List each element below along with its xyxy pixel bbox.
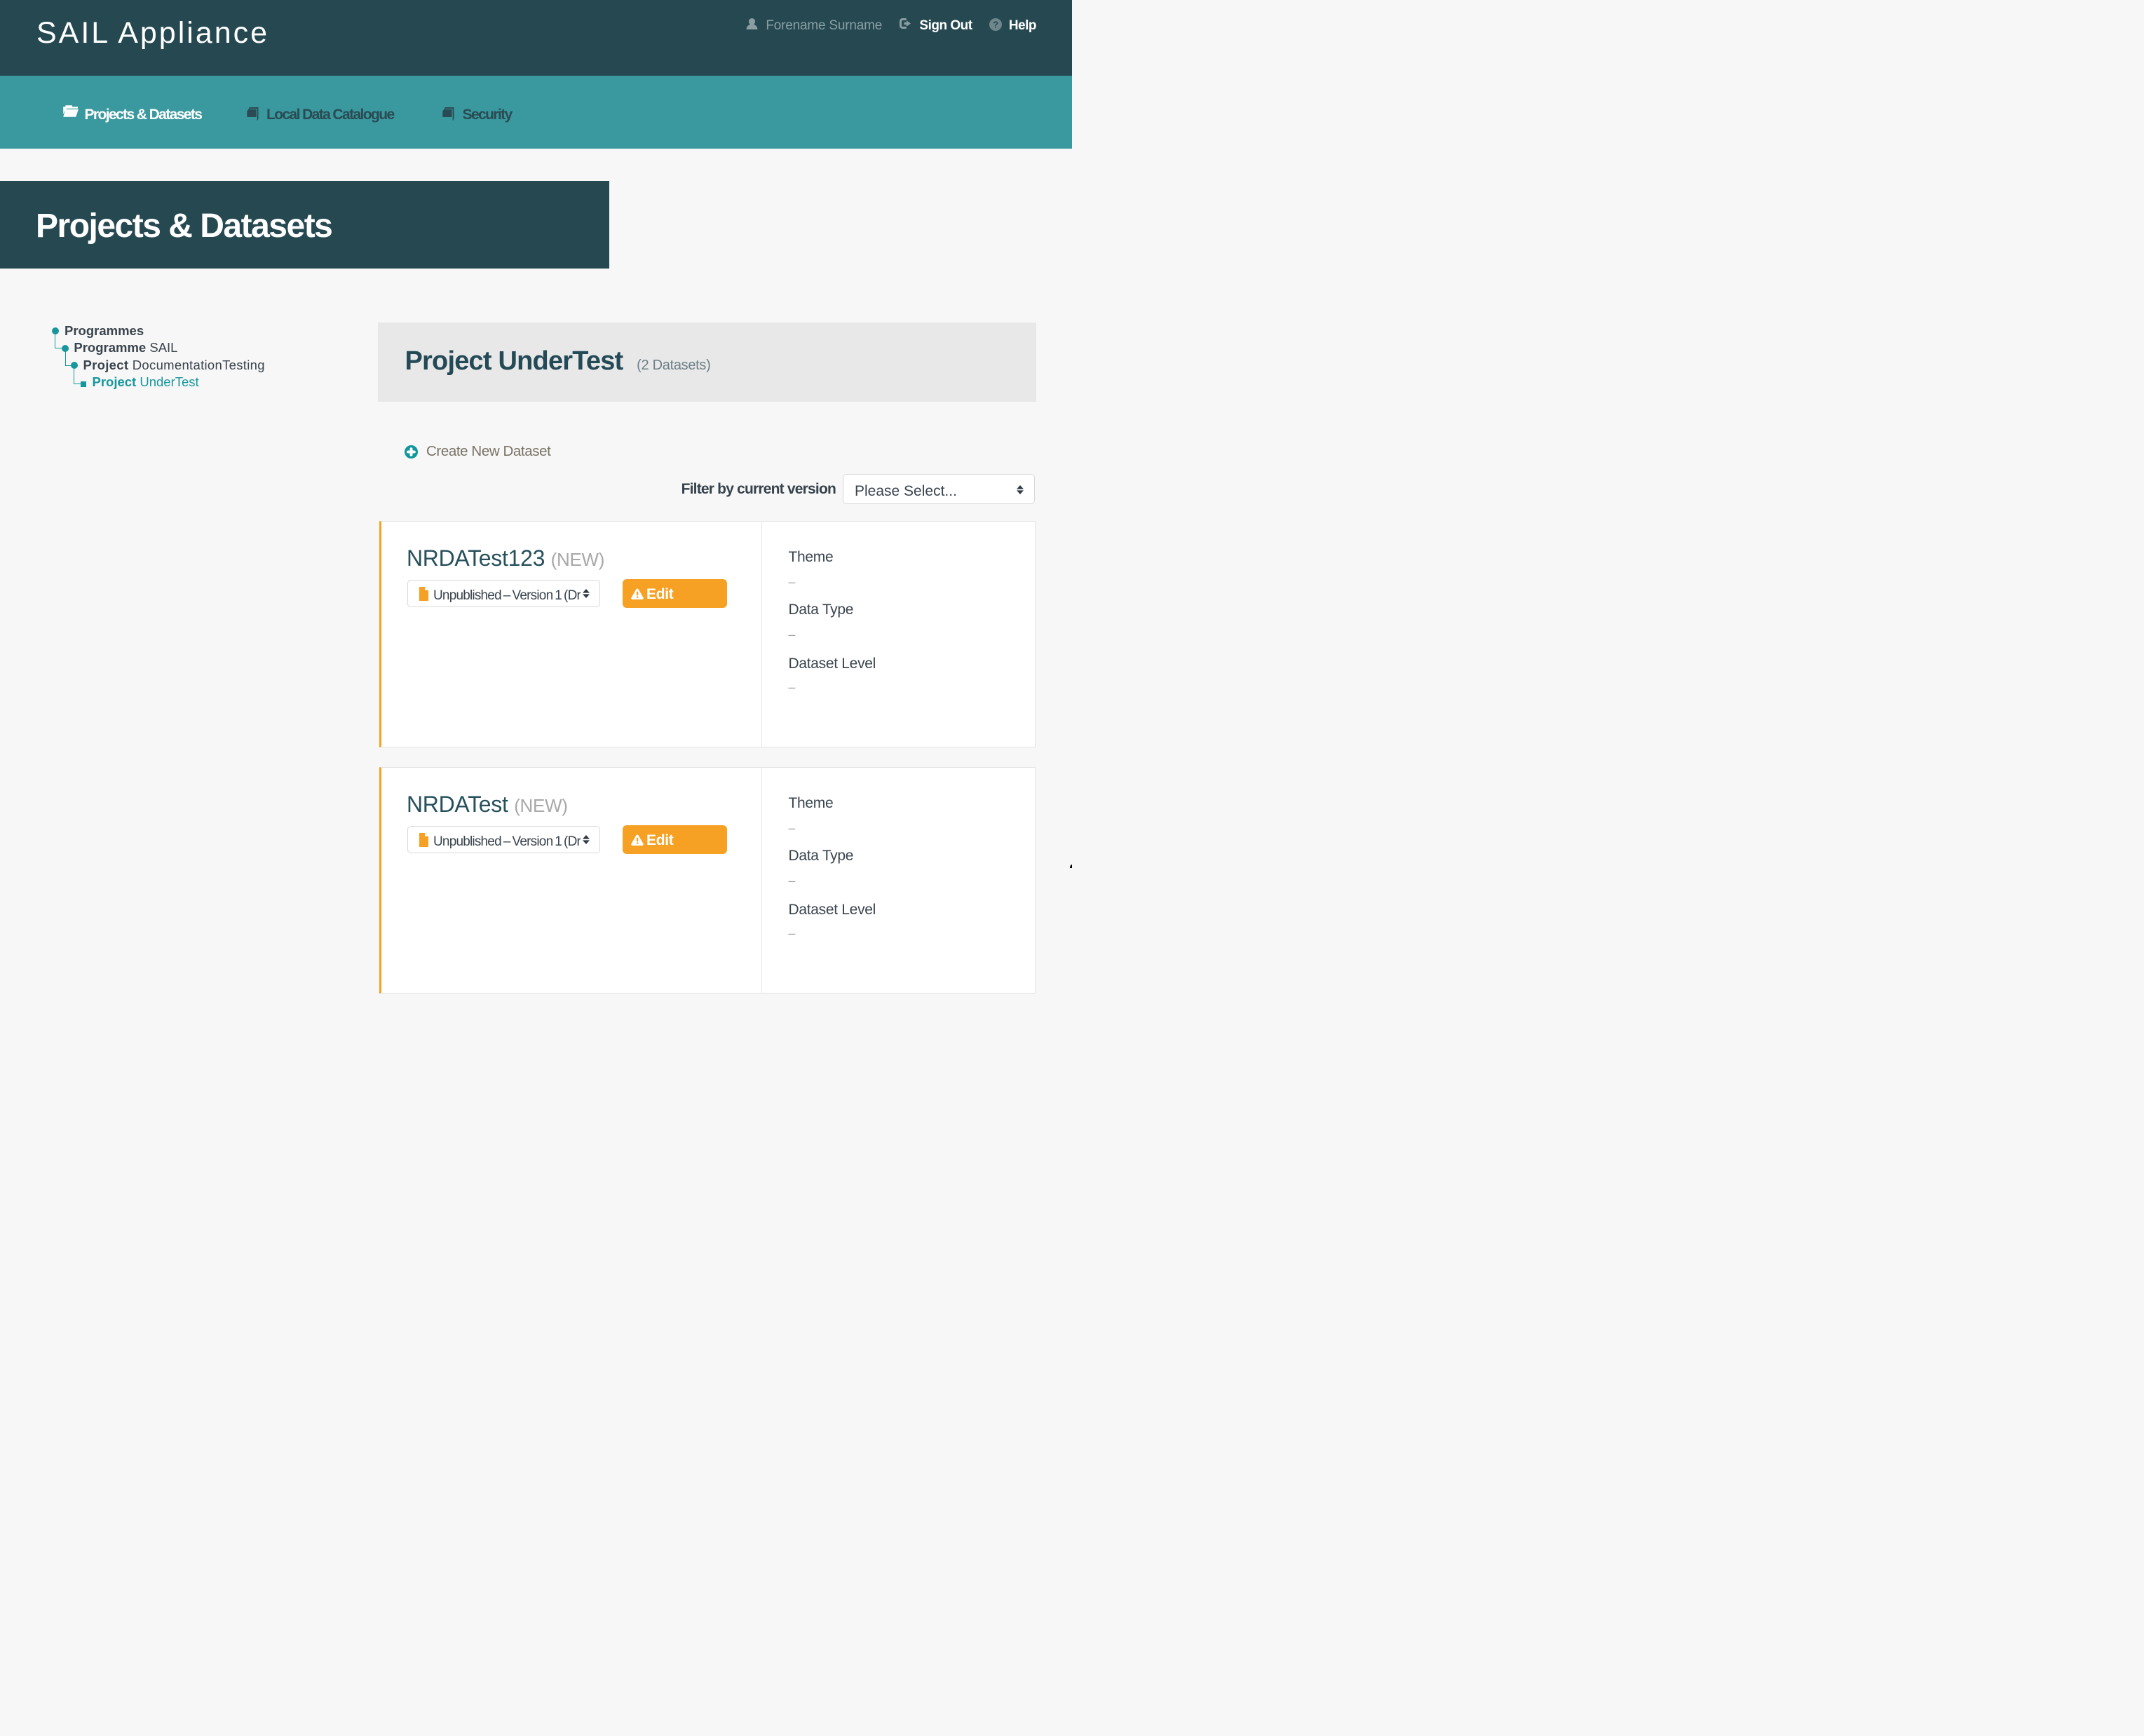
svg-text:?: ?	[993, 20, 998, 30]
